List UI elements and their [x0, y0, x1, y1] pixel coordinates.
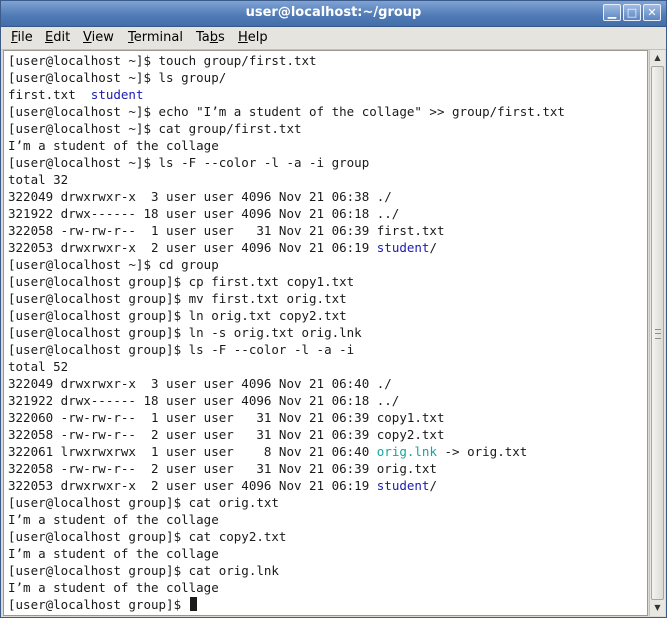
close-button[interactable]: ✕ — [643, 4, 661, 21]
minimize-button[interactable]: ▁ — [603, 4, 621, 21]
terminal-line: 322058 -rw-rw-r-- 1 user user 31 Nov 21 … — [8, 222, 565, 239]
terminal-line: total 52 — [8, 358, 565, 375]
terminal-text: I’m a student of the collage — [8, 580, 219, 595]
terminal-text: [user@localhost group]$ ln orig.txt copy… — [8, 308, 347, 323]
terminal-line: [user@localhost ~]$ cat group/first.txt — [8, 120, 565, 137]
terminal-text: [user@localhost group]$ ln -s orig.txt o… — [8, 325, 362, 340]
terminal-line: [user@localhost group]$ — [8, 596, 565, 613]
menu-terminal[interactable]: Terminal — [128, 30, 183, 46]
terminal-line: I’m a student of the collage — [8, 511, 565, 528]
terminal-line: I’m a student of the collage — [8, 545, 565, 562]
terminal-line: [user@localhost ~]$ touch group/first.tx… — [8, 52, 565, 69]
terminal-line: 322049 drwxrwxr-x 3 user user 4096 Nov 2… — [8, 188, 565, 205]
terminal-line: I’m a student of the collage — [8, 137, 565, 154]
terminal-line: [user@localhost group]$ mv first.txt ori… — [8, 290, 565, 307]
terminal-text: 322061 lrwxrwxrwx 1 user user 8 Nov 21 0… — [8, 444, 377, 459]
terminal-text: [user@localhost group]$ cat copy2.txt — [8, 529, 287, 544]
terminal-line: 322053 drwxrwxr-x 2 user user 4096 Nov 2… — [8, 239, 565, 256]
terminal-text: [user@localhost group]$ cat orig.lnk — [8, 563, 279, 578]
terminal-line: [user@localhost group]$ cat orig.txt — [8, 494, 565, 511]
terminal-line: [user@localhost group]$ ls -F --color -l… — [8, 341, 565, 358]
terminal-text: [user@localhost group]$ ls -F --color -l… — [8, 342, 355, 357]
terminal-line: 321922 drwx------ 18 user user 4096 Nov … — [8, 205, 565, 222]
terminal-text: 322049 drwxrwxr-x 3 user user 4096 Nov 2… — [8, 376, 392, 391]
terminal-line: [user@localhost group]$ cp first.txt cop… — [8, 273, 565, 290]
directory-name: student — [376, 240, 430, 255]
terminal-text: I’m a student of the collage — [8, 546, 219, 561]
terminal-line: 322058 -rw-rw-r-- 2 user user 31 Nov 21 … — [8, 460, 565, 477]
window-title: user@localhost:~/group — [245, 5, 422, 20]
terminal-window: user@localhost:~/group ▁ □ ✕ File Edit V… — [0, 0, 667, 618]
scrollbar-thumb[interactable] — [651, 66, 664, 600]
terminal-lines: [user@localhost ~]$ touch group/first.tx… — [8, 52, 565, 613]
terminal-line: 321922 drwx------ 18 user user 4096 Nov … — [8, 392, 565, 409]
terminal-text: [user@localhost group]$ mv first.txt ori… — [8, 291, 347, 306]
terminal-text: [user@localhost ~]$ cat group/first.txt — [8, 121, 302, 136]
terminal-text: [user@localhost group]$ — [8, 597, 189, 612]
terminal-text: 321922 drwx------ 18 user user 4096 Nov … — [8, 393, 400, 408]
terminal-line: total 32 — [8, 171, 565, 188]
maximize-button[interactable]: □ — [623, 4, 641, 21]
terminal-line: 322053 drwxrwxr-x 2 user user 4096 Nov 2… — [8, 477, 565, 494]
terminal-text: [user@localhost ~]$ ls group/ — [8, 70, 227, 85]
title-bar[interactable]: user@localhost:~/group ▁ □ ✕ — [1, 1, 666, 27]
terminal-text: total 52 — [8, 359, 69, 374]
terminal-line: [user@localhost ~]$ ls -F --color -l -a … — [8, 154, 565, 171]
terminal-text: [user@localhost ~]$ touch group/first.tx… — [8, 53, 317, 68]
terminal-line: 322058 -rw-rw-r-- 2 user user 31 Nov 21 … — [8, 426, 565, 443]
terminal-line: [user@localhost group]$ ln -s orig.txt o… — [8, 324, 565, 341]
terminal-text: [user@localhost group]$ cat orig.txt — [8, 495, 279, 510]
terminal-text: total 32 — [8, 172, 69, 187]
directory-name: student — [376, 478, 430, 493]
terminal-line: 322049 drwxrwxr-x 3 user user 4096 Nov 2… — [8, 375, 565, 392]
terminal-line: [user@localhost ~]$ echo "I’m a student … — [8, 103, 565, 120]
terminal-line: I’m a student of the collage — [8, 579, 565, 596]
terminal-line: 322061 lrwxrwxrwx 1 user user 8 Nov 21 0… — [8, 443, 565, 460]
scroll-up-icon[interactable]: ▲ — [651, 51, 664, 65]
terminal-line: 322060 -rw-rw-r-- 1 user user 31 Nov 21 … — [8, 409, 565, 426]
terminal-text: 322049 drwxrwxr-x 3 user user 4096 Nov 2… — [8, 189, 392, 204]
directory-name: student — [90, 87, 144, 102]
scroll-down-icon[interactable]: ▼ — [651, 601, 664, 615]
menu-view[interactable]: View — [83, 30, 114, 46]
terminal-line: [user@localhost group]$ cat copy2.txt — [8, 528, 565, 545]
terminal-text: 321922 drwx------ 18 user user 4096 Nov … — [8, 206, 400, 221]
menu-bar: File Edit View Terminal Tabs Help — [1, 27, 666, 50]
terminal-text: [user@localhost ~]$ echo "I’m a student … — [8, 104, 565, 119]
menu-tabs[interactable]: Tabs — [196, 30, 225, 46]
terminal-line: [user@localhost ~]$ cd group — [8, 256, 565, 273]
text-cursor — [189, 597, 197, 611]
terminal-text: 322053 drwxrwxr-x 2 user user 4096 Nov 2… — [8, 478, 377, 493]
terminal-text: 322058 -rw-rw-r-- 2 user user 31 Nov 21 … — [8, 427, 445, 442]
terminal-text: first.txt — [8, 87, 91, 102]
terminal-text: [user@localhost ~]$ ls -F --color -l -a … — [8, 155, 370, 170]
terminal-output[interactable]: [user@localhost ~]$ touch group/first.tx… — [3, 50, 648, 616]
terminal-text: / — [429, 240, 437, 255]
grip-icon — [655, 329, 661, 339]
symlink-name: orig.lnk — [376, 444, 437, 459]
terminal-text: 322058 -rw-rw-r-- 1 user user 31 Nov 21 … — [8, 223, 445, 238]
terminal-text: -> orig.txt — [436, 444, 528, 459]
terminal-text: [user@localhost ~]$ cd group — [8, 257, 219, 272]
terminal-text: I’m a student of the collage — [8, 512, 219, 527]
terminal-text: 322060 -rw-rw-r-- 1 user user 31 Nov 21 … — [8, 410, 445, 425]
menu-file[interactable]: File — [11, 30, 33, 46]
terminal-line: first.txt student — [8, 86, 565, 103]
menu-help[interactable]: Help — [238, 30, 268, 46]
terminal-line: [user@localhost ~]$ ls group/ — [8, 69, 565, 86]
menu-edit[interactable]: Edit — [45, 30, 70, 46]
vertical-scrollbar[interactable]: ▲ ▼ — [649, 50, 665, 616]
terminal-line: [user@localhost group]$ ln orig.txt copy… — [8, 307, 565, 324]
terminal-text: I’m a student of the collage — [8, 138, 219, 153]
terminal-text: 322058 -rw-rw-r-- 2 user user 31 Nov 21 … — [8, 461, 437, 476]
terminal-text: / — [429, 478, 437, 493]
terminal-text: [user@localhost group]$ cp first.txt cop… — [8, 274, 355, 289]
terminal-text: 322053 drwxrwxr-x 2 user user 4096 Nov 2… — [8, 240, 377, 255]
terminal-line: [user@localhost group]$ cat orig.lnk — [8, 562, 565, 579]
